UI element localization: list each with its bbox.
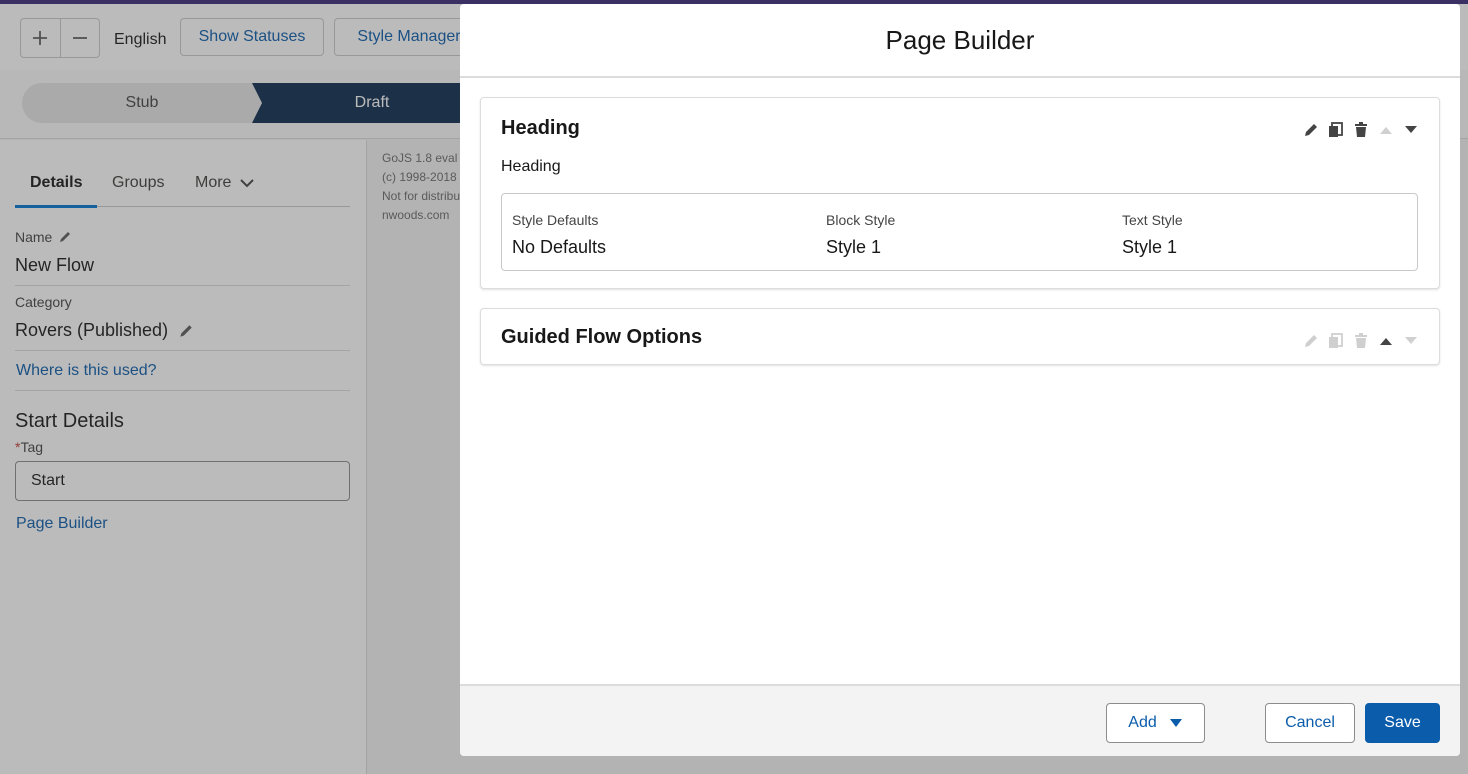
add-dropdown-button[interactable]: Add bbox=[1106, 703, 1205, 743]
guided-flow-options-card: Guided Flow Options bbox=[480, 308, 1440, 365]
edit-icon bbox=[1302, 332, 1319, 349]
block-style-label: Block Style bbox=[826, 212, 896, 228]
card-subtitle: Heading bbox=[501, 158, 561, 175]
modal-footer: Add Cancel Save bbox=[460, 684, 1460, 756]
card-title: Heading bbox=[501, 117, 580, 139]
move-down-icon[interactable] bbox=[1402, 121, 1419, 138]
move-up-icon bbox=[1377, 121, 1394, 138]
delete-icon[interactable] bbox=[1352, 121, 1369, 138]
delete-icon bbox=[1352, 332, 1369, 349]
save-button[interactable]: Save bbox=[1365, 703, 1440, 743]
text-style-label: Text Style bbox=[1122, 212, 1183, 228]
style-defaults-value: No Defaults bbox=[512, 237, 607, 257]
modal-header: Page Builder bbox=[460, 4, 1460, 78]
edit-icon[interactable] bbox=[1302, 121, 1319, 138]
text-style-value: Style 1 bbox=[1122, 237, 1178, 257]
page-builder-modal: Page Builder Heading Heading Style Defau… bbox=[460, 4, 1460, 756]
style-summary-box: Style Defaults No Defaults Block Style S… bbox=[501, 193, 1418, 271]
caret-down-icon bbox=[1169, 719, 1182, 727]
copy-icon[interactable] bbox=[1327, 121, 1344, 138]
copy-icon bbox=[1327, 332, 1344, 349]
cancel-button[interactable]: Cancel bbox=[1265, 703, 1355, 743]
card-actions bbox=[1302, 332, 1419, 349]
block-style-value: Style 1 bbox=[826, 237, 882, 257]
style-defaults-label: Style Defaults bbox=[512, 212, 599, 228]
card-actions bbox=[1302, 121, 1419, 138]
add-label: Add bbox=[1128, 714, 1157, 731]
card-title: Guided Flow Options bbox=[501, 326, 703, 348]
heading-block-card: Heading Heading Style Defaults No Defaul… bbox=[480, 97, 1440, 289]
move-up-icon[interactable] bbox=[1377, 332, 1394, 349]
move-down-icon bbox=[1402, 332, 1419, 349]
modal-title: Page Builder bbox=[885, 24, 1035, 55]
